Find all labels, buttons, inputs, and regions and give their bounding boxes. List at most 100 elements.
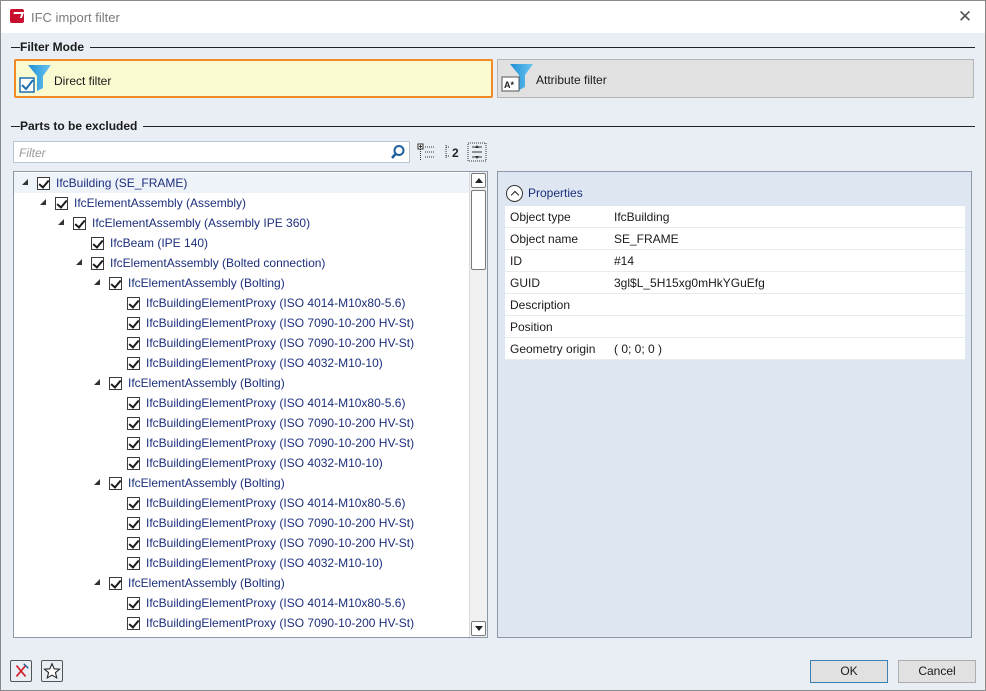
tree-checkbox[interactable] (127, 597, 140, 610)
tree-checkbox[interactable] (37, 177, 50, 190)
filter-mode-heading: Filter Mode (20, 40, 91, 54)
tree-node[interactable]: IfcBuildingElementProxy (ISO 7090-10-200… (14, 513, 469, 533)
property-row: Object type IfcBuilding (505, 206, 965, 228)
properties-table: Object type IfcBuilding Object name SE_FRAM… (505, 206, 965, 360)
tree-checkbox[interactable] (127, 357, 140, 370)
tree-node[interactable]: IfcElementAssembly (Bolting) (14, 473, 469, 493)
section-divider (11, 126, 975, 127)
tree-node[interactable]: IfcElementAssembly (Bolting) (14, 373, 469, 393)
tree-node-label: IfcBeam (IPE 140) (110, 236, 209, 250)
tree-node[interactable]: IfcElementAssembly (Bolting) (14, 573, 469, 593)
tree-checkbox[interactable] (127, 437, 140, 450)
tree-checkbox[interactable] (73, 217, 86, 230)
tree-node[interactable]: IfcBuildingElementProxy (ISO 4014-M10x80… (14, 393, 469, 413)
tree-checkbox[interactable] (127, 557, 140, 570)
property-row: Object name SE_FRAME (505, 228, 965, 250)
number-levels-icon[interactable]: 2 (444, 142, 464, 162)
tree-node[interactable]: IfcElementAssembly (Assembly IPE 360) (14, 213, 469, 233)
tree-node[interactable]: IfcBuildingElementProxy (ISO 4014-M10x80… (14, 293, 469, 313)
scroll-down-arrow-icon[interactable] (471, 621, 486, 636)
tree-node[interactable]: IfcBuildingElementProxy (ISO 7090-10-200… (14, 333, 469, 353)
tree-checkbox[interactable] (55, 197, 68, 210)
expand-triangle-icon[interactable] (94, 579, 100, 585)
scrollbar-thumb[interactable] (471, 190, 486, 270)
tree-node-label: IfcElementAssembly (Bolting) (128, 576, 285, 590)
search-icon[interactable] (390, 144, 406, 160)
tree-node[interactable]: IfcBuildingElementProxy (ISO 4032-M10-10… (14, 353, 469, 373)
tree-checkbox[interactable] (127, 517, 140, 530)
tree-node[interactable]: IfcBuildingElementProxy (ISO 7090-10-200… (14, 533, 469, 553)
tree-checkbox[interactable] (109, 477, 122, 490)
tree-node[interactable]: IfcElementAssembly (Assembly) (14, 193, 469, 213)
property-key: Object name (510, 232, 579, 246)
property-row: ID #14 (505, 250, 965, 272)
parts-excluded-heading: Parts to be excluded (20, 119, 144, 133)
collapse-up-icon[interactable] (506, 184, 523, 202)
tree-checkbox[interactable] (127, 317, 140, 330)
svg-text:2: 2 (452, 146, 459, 160)
tree-checkbox[interactable] (127, 537, 140, 550)
tree-node[interactable]: IfcBuildingElementProxy (ISO 7090-10-200… (14, 413, 469, 433)
expand-triangle-icon[interactable] (94, 479, 100, 485)
tree-checkbox[interactable] (127, 497, 140, 510)
tree-checkbox[interactable] (127, 617, 140, 630)
tree-node[interactable]: IfcElementAssembly (Bolting) (14, 273, 469, 293)
tree-checkbox[interactable] (127, 297, 140, 310)
window-title: IFC import filter (31, 10, 120, 25)
direct-filter-button[interactable]: Direct filter (14, 59, 493, 98)
tree-node[interactable]: IfcBuildingElementProxy (ISO 4032-M10-10… (14, 453, 469, 473)
favorite-star-icon[interactable] (41, 660, 63, 682)
tree-checkbox[interactable] (109, 577, 122, 590)
expand-triangle-icon[interactable] (76, 259, 82, 265)
expand-triangle-icon[interactable] (94, 379, 100, 385)
tree-node[interactable]: IfcBuildingElementProxy (ISO 7090-10-200… (14, 433, 469, 453)
collapse-all-icon[interactable] (467, 142, 487, 162)
attribute-filter-button[interactable]: A* Attribute filter (497, 59, 974, 98)
tree-checkbox[interactable] (91, 257, 104, 270)
tree-node-label: IfcBuildingElementProxy (ISO 7090-10-200… (146, 516, 415, 530)
tree-node[interactable]: IfcElementAssembly (Bolted connection) (14, 253, 469, 273)
tree-node[interactable]: IfcBuildingElementProxy (ISO 4032-M10-10… (14, 553, 469, 573)
tree-node[interactable]: IfcBuildingElementProxy (ISO 7090-10-200… (14, 613, 469, 633)
delete-filter-icon[interactable] (10, 660, 32, 682)
title-bar: IFC import filter ✕ (1, 1, 985, 33)
property-key: Position (510, 320, 553, 334)
expand-triangle-icon[interactable] (58, 219, 64, 225)
tree-node[interactable]: IfcBeam (IPE 140) (14, 233, 469, 253)
expand-triangle-icon[interactable] (22, 179, 28, 185)
tree-checkbox[interactable] (127, 337, 140, 350)
property-row: Description (505, 294, 965, 316)
tree-checkbox[interactable] (127, 457, 140, 470)
tree-checkbox[interactable] (127, 397, 140, 410)
tree-node-label: IfcBuildingElementProxy (ISO 7090-10-200… (146, 536, 415, 550)
direct-filter-label: Direct filter (54, 74, 112, 88)
parts-tree[interactable]: IfcBuilding (SE_FRAME) IfcElementAssembly… (13, 171, 488, 638)
tree-checkbox[interactable] (91, 237, 104, 250)
attribute-filter-label: Attribute filter (536, 73, 607, 87)
expand-all-icon[interactable] (416, 142, 436, 162)
ifc-import-filter-dialog: IFC import filter ✕ Filter Mode Direct f… (0, 0, 986, 691)
tree-checkbox[interactable] (109, 377, 122, 390)
scroll-up-arrow-icon[interactable] (471, 173, 486, 188)
tree-node[interactable]: IfcBuildingElementProxy (ISO 4014-M10x80… (14, 593, 469, 613)
expand-triangle-icon[interactable] (94, 279, 100, 285)
cancel-button[interactable]: Cancel (898, 660, 976, 683)
direct-filter-icon (19, 65, 51, 93)
properties-header[interactable]: Properties (506, 183, 583, 203)
vertical-scrollbar[interactable] (469, 172, 487, 637)
tree-node-label: IfcElementAssembly (Assembly) (74, 196, 247, 210)
tree-node[interactable]: IfcBuildingElementProxy (ISO 7090-10-200… (14, 313, 469, 333)
tree-checkbox[interactable] (127, 417, 140, 430)
property-value: 3gl$L_5H15xg0mHkYGuEfg (614, 276, 765, 290)
expand-triangle-icon[interactable] (40, 199, 46, 205)
ok-button[interactable]: OK (810, 660, 888, 683)
tree-node-label: IfcElementAssembly (Bolting) (128, 476, 285, 490)
tree-checkbox[interactable] (109, 277, 122, 290)
tree-node[interactable]: IfcBuilding (SE_FRAME) (14, 173, 469, 193)
property-key: GUID (510, 276, 540, 290)
tree-node[interactable]: IfcBuildingElementProxy (ISO 4014-M10x80… (14, 493, 469, 513)
close-icon[interactable]: ✕ (953, 5, 977, 29)
property-key: Description (510, 298, 571, 312)
tree-node-label: IfcBuildingElementProxy (ISO 4032-M10-10… (146, 356, 383, 370)
filter-input[interactable] (19, 145, 389, 160)
